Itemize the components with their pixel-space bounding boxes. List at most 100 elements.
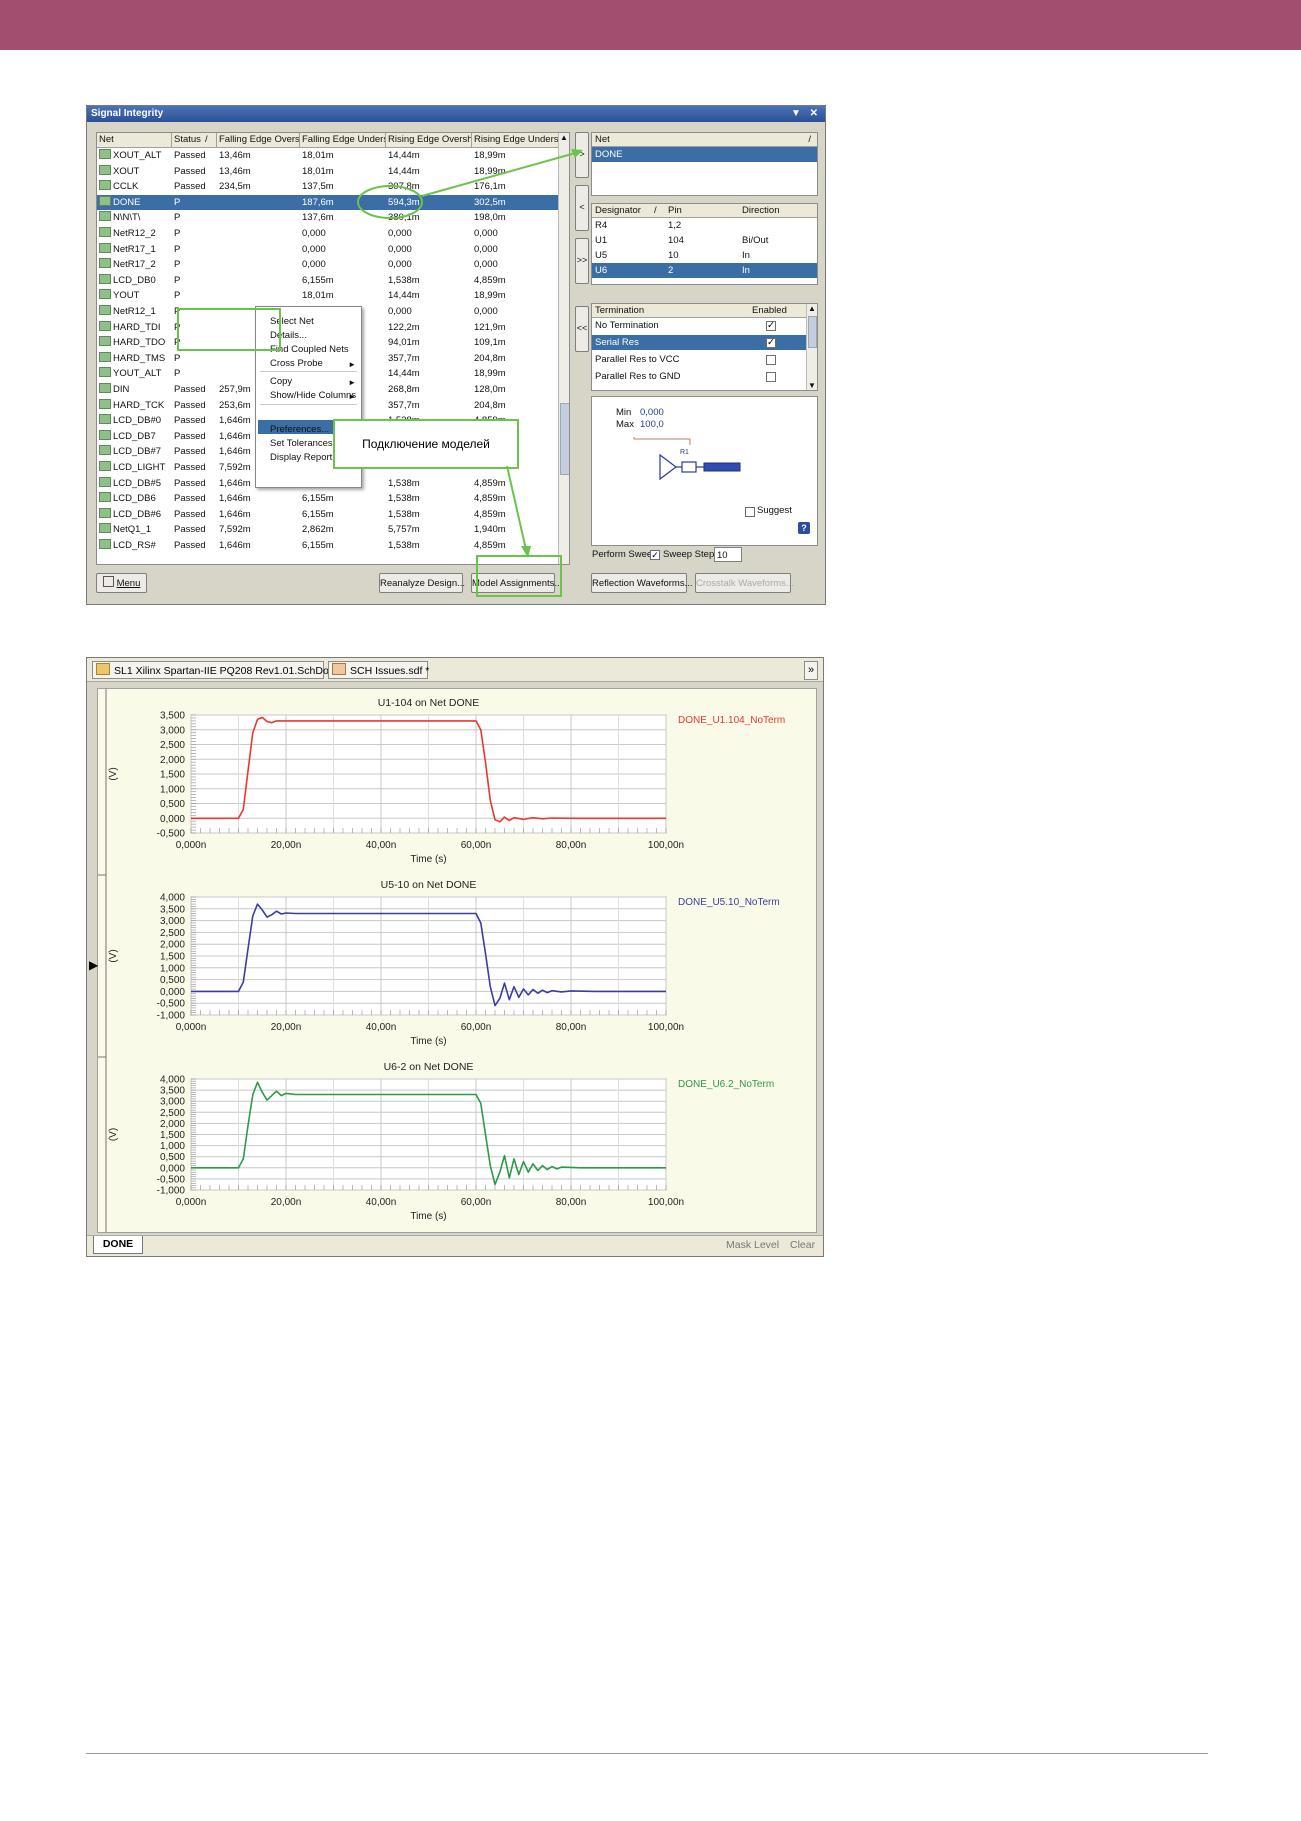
table-cell: P <box>174 368 181 380</box>
context-menu-item[interactable]: Details... <box>270 329 307 343</box>
table-cell: Passed <box>174 540 206 551</box>
context-menu-item[interactable]: Show/Hide Columns <box>270 389 356 403</box>
suggest-checkbox[interactable] <box>745 507 755 517</box>
scroll-up-icon[interactable]: ▲ <box>560 133 568 142</box>
column-header[interactable]: Falling Edge Overshoot <box>217 133 300 147</box>
mask-level-button[interactable]: Mask Level <box>726 1239 779 1251</box>
move-left-button[interactable]: < <box>575 185 589 231</box>
perform-sweep-checkbox[interactable]: ✓ <box>650 550 660 560</box>
enabled-checkbox[interactable]: ✓ <box>766 338 776 348</box>
table-row[interactable]: XOUT Passed 13,46m 18,01m 14,44m 18,99m <box>97 164 559 180</box>
table-row[interactable]: LCD_DB6 Passed 1,646m 6,155m 1,538m 4,859m <box>97 491 559 507</box>
designator-row[interactable]: R4 1,2 <box>592 218 817 233</box>
net-name: XOUT <box>113 165 140 177</box>
model-assignments-button[interactable]: Model Assignments... <box>471 573 562 593</box>
x-axis-label: Time (s) <box>410 1036 446 1047</box>
y-tick-label: 1,000 <box>160 963 185 974</box>
y-tick-label: 2,000 <box>160 940 185 951</box>
termination-table[interactable]: Termination Enabled No Termination ✓ Seria… <box>591 303 818 391</box>
sweep-steps-input[interactable]: 10 <box>714 547 742 562</box>
table-row[interactable]: N\N\T\ P 137,6m 380,1m 198,0m <box>97 210 559 226</box>
table-row[interactable]: NetR12_2 P 0,000 0,000 0,000 <box>97 226 559 242</box>
panel-window-controls[interactable]: ▼ ✕ <box>791 106 821 122</box>
designator-cell: In <box>742 250 750 261</box>
termination-row[interactable]: Parallel Res to GND <box>592 369 806 384</box>
table-row[interactable]: YOUT P 18,01m 14,44m 18,99m <box>97 288 559 304</box>
enabled-checkbox[interactable] <box>766 355 776 365</box>
scroll-up-icon[interactable]: ▲ <box>808 304 816 313</box>
table-row[interactable]: DONE P 187,6m 594,3m 302,5m <box>97 194 559 211</box>
y-axis-label: (V) <box>108 949 119 962</box>
enabled-checkbox[interactable]: ✓ <box>766 321 776 331</box>
termination-row[interactable]: Parallel Res to VCC <box>592 352 806 367</box>
enabled-checkbox[interactable] <box>766 372 776 382</box>
move-right-button[interactable]: > <box>575 132 589 178</box>
max-label: Max <box>616 419 634 430</box>
designator-row[interactable]: U1 104 Bi/Out <box>592 233 817 248</box>
table-row[interactable]: NetR17_1 P 0,000 0,000 0,000 <box>97 242 559 258</box>
context-menu-item[interactable]: Set Tolerances... <box>270 437 341 451</box>
net-list-item[interactable]: DONE <box>592 147 817 162</box>
table-cell: P <box>174 212 181 224</box>
column-header[interactable]: Falling Edge Undershoot <box>300 133 386 147</box>
column-header[interactable]: Status <box>172 133 217 147</box>
net-name: HARD_TDI <box>113 321 161 333</box>
table-row[interactable]: CCLK Passed 234,5m 137,5m 307,8m 176,1m <box>97 179 559 195</box>
scrollbar-thumb[interactable] <box>808 316 817 348</box>
column-header[interactable]: Rising Edge Undershoot <box>472 133 559 147</box>
net-name: LCD_DB0 <box>113 274 156 286</box>
submenu-arrow-icon: ► <box>348 360 356 369</box>
table-cell: 18,01m <box>302 165 334 177</box>
termination-scrollbar[interactable]: ▲ ▼ <box>806 304 817 390</box>
expand-icon[interactable]: » <box>804 661 818 680</box>
signal-integrity-panel: Signal Integrity ▼ ✕ Net Status Falling Ed… <box>86 105 826 605</box>
move-all-left-button[interactable]: << <box>575 306 589 352</box>
menu-button-label: Menu <box>116 578 141 589</box>
table-row[interactable]: LCD_DB0 P 6,155m 1,538m 4,859m <box>97 273 559 289</box>
table-cell: P <box>174 306 181 317</box>
table-cell-net: NetQ1_1 <box>97 522 172 538</box>
context-menu-item[interactable]: Find Coupled Nets <box>270 343 349 357</box>
designator-row[interactable]: U5 10 In <box>592 248 817 263</box>
chart-2: U5-10 on Net DONE 4,0003,5003,0002,5002,0… <box>98 879 780 1058</box>
termination-row[interactable]: No Termination ✓ <box>592 318 806 333</box>
scrollbar-thumb[interactable] <box>560 403 569 475</box>
net-icon <box>99 180 111 191</box>
column-header[interactable]: Rising Edge Overshoot <box>386 133 472 147</box>
direction-col: Direction <box>742 205 780 216</box>
table-row[interactable]: LCD_RS# Passed 1,646m 6,155m 1,538m 4,859m <box>97 538 559 554</box>
context-menu-item[interactable]: Display Report... <box>270 451 340 465</box>
reflection-waveforms-button[interactable]: Reflection Waveforms... <box>591 573 692 593</box>
scroll-down-icon[interactable]: ▼ <box>808 381 816 390</box>
table-row[interactable]: NetR17_2 P 0,000 0,000 0,000 <box>97 257 559 273</box>
table-row[interactable]: NetQ1_1 Passed 7,592m 2,862m 5,757m 1,940m <box>97 522 559 538</box>
table-row[interactable]: XOUT_ALT Passed 13,46m 18,01m 14,44m 18,99m <box>97 148 559 164</box>
context-menu-item[interactable]: Preferences... <box>270 423 329 437</box>
table-cell: 18,01m <box>302 290 334 302</box>
clear-button[interactable]: Clear <box>790 1239 815 1251</box>
designator-table[interactable]: Designator / Pin Direction R4 1,2 U1 104 Bi/… <box>591 203 818 285</box>
tab-sdf[interactable]: SCH Issues.sdf * <box>328 661 429 679</box>
context-menu-item[interactable]: Select Net <box>270 315 314 329</box>
tab-done[interactable]: DONE <box>93 1236 143 1254</box>
menu-button[interactable]: Menu <box>96 573 147 593</box>
designator-row[interactable]: U6 2 In <box>592 263 817 278</box>
move-all-right-button[interactable]: >> <box>575 238 589 284</box>
designator-cell: 104 <box>668 235 684 246</box>
net-list[interactable]: Net / DONE <box>591 132 818 196</box>
crosstalk-waveforms-button[interactable]: Crosstalk Waveforms... <box>695 573 794 593</box>
y-tick-label: 1,500 <box>160 952 185 963</box>
net-icon <box>99 273 111 284</box>
context-menu-item[interactable]: Cross Probe <box>270 357 323 371</box>
grid-scrollbar[interactable]: ▲ <box>558 133 569 564</box>
plot-area[interactable]: U1-104 on Net DONE 3,500 3,000 2,500 2,000 1,… <box>97 688 817 1233</box>
termination-row[interactable]: Serial Res ✓ <box>592 335 806 350</box>
table-row[interactable]: LCD_DB#6 Passed 1,646m 6,155m 1,538m 4,859m <box>97 507 559 523</box>
tab-schdoc[interactable]: SL1 Xilinx Spartan-IIE PQ208 Rev1.01.Sch… <box>92 661 334 679</box>
context-menu-item[interactable]: Copy <box>270 375 292 389</box>
help-icon[interactable]: ? <box>798 522 810 534</box>
reanalyze-design-button[interactable]: Reanalyze Design... <box>379 573 465 593</box>
column-header[interactable]: Net <box>97 133 172 147</box>
table-cell-net: YOUT <box>97 288 172 304</box>
context-menu-item[interactable]: Setup Options... <box>270 409 338 423</box>
